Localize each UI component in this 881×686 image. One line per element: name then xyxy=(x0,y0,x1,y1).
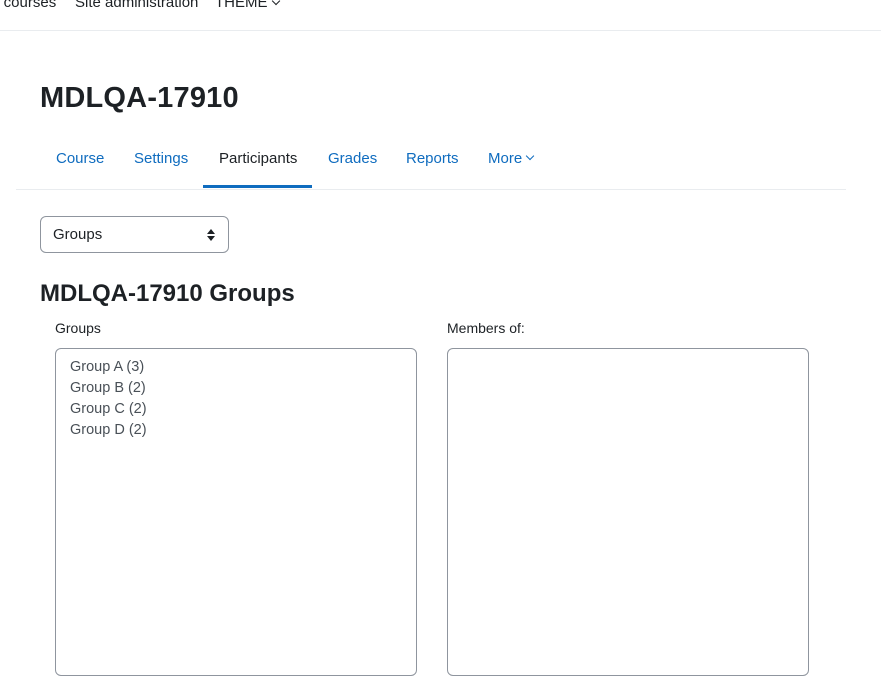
select-arrows-icon xyxy=(207,229,215,241)
nav-theme-label: THEME xyxy=(215,0,268,11)
chevron-down-icon xyxy=(271,0,280,6)
groups-listbox[interactable]: Group A (3) Group B (2) Group C (2) Grou… xyxy=(55,348,417,676)
top-navbar: y courses Site administration THEME xyxy=(0,0,881,31)
groups-label: Groups xyxy=(55,320,101,336)
tab-course[interactable]: Course xyxy=(40,136,120,188)
group-option[interactable]: Group B (2) xyxy=(70,378,402,399)
groups-heading: MDLQA-17910 Groups xyxy=(40,280,295,307)
tab-settings[interactable]: Settings xyxy=(118,136,204,188)
page-title: MDLQA-17910 xyxy=(40,82,239,114)
participants-view-select[interactable]: Groups xyxy=(40,216,229,253)
nav-theme-menu[interactable]: THEME xyxy=(215,0,280,11)
tab-participants[interactable]: Participants xyxy=(203,136,312,188)
members-listbox[interactable] xyxy=(447,348,809,676)
tab-reports[interactable]: Reports xyxy=(390,136,475,188)
participants-view-select-value: Groups xyxy=(53,226,103,243)
tab-more-label: More xyxy=(488,150,523,167)
group-option[interactable]: Group A (3) xyxy=(70,357,402,378)
nav-my-courses[interactable]: y courses xyxy=(0,0,56,11)
nav-site-administration[interactable]: Site administration xyxy=(75,0,198,11)
group-option[interactable]: Group D (2) xyxy=(70,420,402,441)
tab-grades[interactable]: Grades xyxy=(312,136,393,188)
chevron-down-icon xyxy=(525,151,535,161)
members-label: Members of: xyxy=(447,320,525,336)
tab-more[interactable]: More xyxy=(472,136,549,188)
secondary-navigation: Course Settings Participants Grades Repo… xyxy=(16,136,846,190)
group-option[interactable]: Group C (2) xyxy=(70,399,402,420)
